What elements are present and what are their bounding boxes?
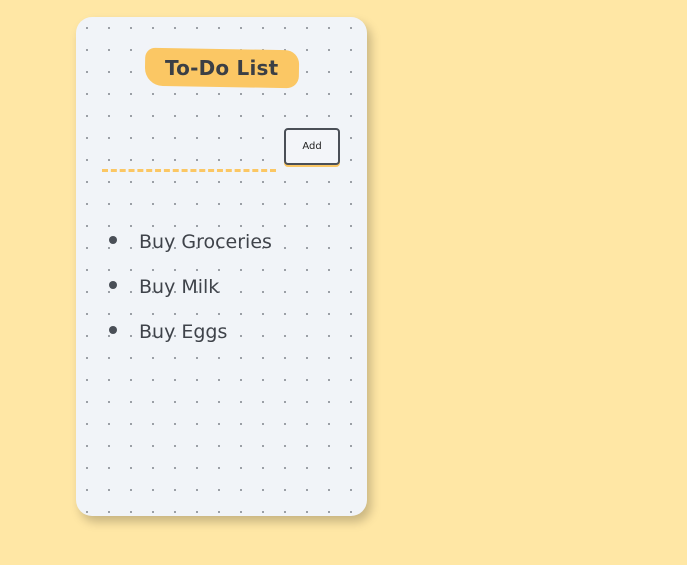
todo-card: To-Do List Add Buy Groceries Buy Milk Bu… [76,17,367,516]
todo-item-label: Buy Groceries [139,230,272,253]
todo-item[interactable]: Buy Milk [106,264,356,309]
todo-item[interactable]: Buy Groceries [106,219,356,264]
todo-item-label: Buy Milk [139,275,220,298]
todo-list: Buy Groceries Buy Milk Buy Eggs [106,219,356,354]
app-title: To-Do List [165,56,279,80]
todo-item[interactable]: Buy Eggs [106,309,356,354]
todo-item-label: Buy Eggs [139,320,228,343]
bullet-icon [109,326,117,334]
bullet-icon [109,236,117,244]
add-button[interactable]: Add [284,128,340,165]
title-banner: To-Do List [144,47,300,89]
todo-input[interactable] [102,145,276,172]
bullet-icon [109,281,117,289]
